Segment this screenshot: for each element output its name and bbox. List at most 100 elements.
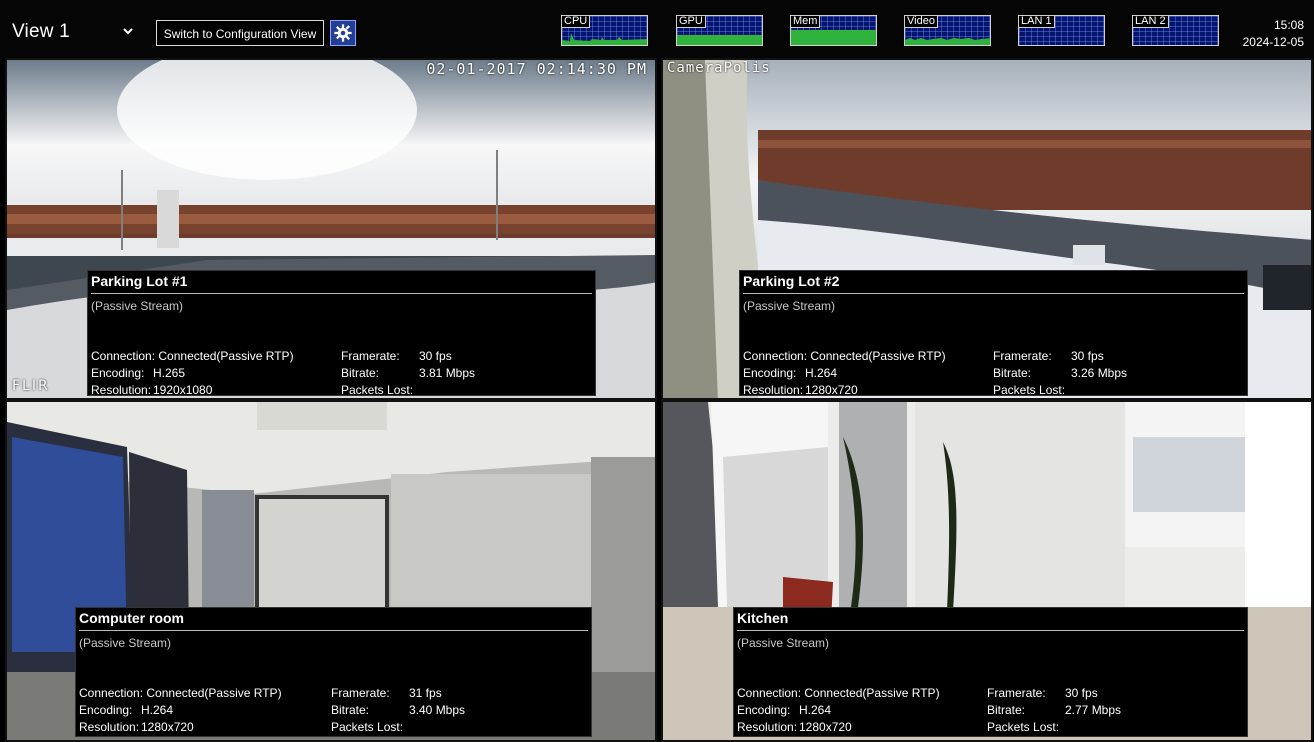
chevron-down-icon[interactable] (121, 24, 135, 38)
lan2-label: LAN 2 (1133, 16, 1169, 28)
camera-tile-kitchen[interactable]: Kitchen (Passive Stream) Connection: Con… (661, 400, 1313, 742)
title-divider (743, 293, 1244, 294)
camera-tile-parking-lot-1[interactable]: 02-01-2017 02:14:30 PM FLIR Parking Lot … (5, 58, 657, 400)
packets-lost-row: Packets Lost: (993, 383, 1071, 397)
resolution-label: Resolution: (737, 720, 798, 734)
encoding-row: Encoding: H.264 (737, 703, 831, 717)
camera-tile-computer-room[interactable]: Computer room (Passive Stream) Connectio… (5, 400, 657, 742)
connection-row: Connection: Connected(Passive RTP) (79, 686, 282, 700)
memory-monitor: Mem (790, 15, 877, 46)
framerate-value: 30 fps (1065, 686, 1098, 700)
bitrate-label: Bitrate: (341, 366, 380, 380)
camera-title: Parking Lot #1 (91, 273, 188, 289)
bitrate-row: Bitrate: 3.26 Mbps (993, 366, 1127, 380)
camera-title: Computer room (79, 610, 184, 626)
stream-info-panel: Parking Lot #2 (Passive Stream) Connecti… (739, 270, 1248, 397)
bitrate-row: Bitrate: 2.77 Mbps (987, 703, 1121, 717)
encoding-row: Encoding: H.265 (91, 366, 185, 380)
bitrate-value: 3.26 Mbps (1071, 366, 1128, 380)
resolution-value: 1280x720 (799, 720, 852, 734)
cpu-graph (562, 33, 647, 45)
resolution-value: 1280x720 (141, 720, 194, 734)
framerate-row: Framerate: 30 fps (341, 349, 452, 363)
resolution-row: Resolution: 1920x1080 (91, 383, 212, 397)
framerate-label: Framerate: (993, 349, 1052, 363)
framerate-label: Framerate: (331, 686, 390, 700)
resolution-value: 1920x1080 (153, 383, 213, 397)
lan2-monitor: LAN 2 (1132, 15, 1219, 46)
packets-lost-label: Packets Lost: (341, 383, 414, 397)
connection-value: Connected(Passive RTP) (146, 686, 282, 700)
bitrate-row: Bitrate: 3.81 Mbps (341, 366, 475, 380)
camera-grid: 02-01-2017 02:14:30 PM FLIR Parking Lot … (5, 58, 1313, 742)
bitrate-row: Bitrate: 3.40 Mbps (331, 703, 465, 717)
stream-info-panel: Kitchen (Passive Stream) Connection: Con… (733, 607, 1248, 737)
packets-lost-label: Packets Lost: (987, 720, 1060, 734)
top-toolbar: View 1 Switch to Configuration View CPU … (0, 0, 1314, 58)
camera-title: Parking Lot #2 (743, 273, 840, 289)
settings-button[interactable] (330, 20, 356, 46)
camera-1-timestamp-overlay: 02-01-2017 02:14:30 PM (426, 60, 647, 78)
encoding-value: H.264 (799, 703, 832, 717)
stream-type: (Passive Stream) (91, 299, 184, 313)
connection-row: Connection: Connected(Passive RTP) (737, 686, 940, 700)
framerate-label: Framerate: (987, 686, 1046, 700)
encoding-label: Encoding: (743, 366, 797, 380)
resolution-label: Resolution: (79, 720, 140, 734)
framerate-row: Framerate: 30 fps (993, 349, 1104, 363)
resolution-row: Resolution: 1280x720 (737, 720, 852, 734)
title-divider (91, 293, 592, 294)
connection-row: Connection: Connected(Passive RTP) (91, 349, 294, 363)
switch-to-configuration-view-button[interactable]: Switch to Configuration View (156, 20, 324, 46)
framerate-row: Framerate: 30 fps (987, 686, 1098, 700)
framerate-label: Framerate: (341, 349, 400, 363)
clock-time: 15:08 (1273, 18, 1304, 32)
title-divider (79, 630, 588, 631)
stream-type: (Passive Stream) (743, 299, 836, 313)
connection-row: Connection: Connected(Passive RTP) (743, 349, 946, 363)
connection-label: Connection: (743, 349, 808, 363)
bitrate-value: 3.81 Mbps (419, 366, 476, 380)
encoding-row: Encoding: H.264 (79, 703, 173, 717)
resolution-row: Resolution: 1280x720 (79, 720, 194, 734)
camera-title: Kitchen (737, 610, 789, 626)
bitrate-label: Bitrate: (331, 703, 370, 717)
resolution-label: Resolution: (743, 383, 804, 397)
connection-value: Connected(Passive RTP) (158, 349, 294, 363)
resolution-row: Resolution: 1280x720 (743, 383, 858, 397)
memory-graph (791, 30, 876, 45)
gpu-monitor: GPU (676, 15, 763, 46)
clock-date: 2024-12-05 (1242, 35, 1304, 49)
connection-value: Connected(Passive RTP) (804, 686, 940, 700)
stream-info-panel: Computer room (Passive Stream) Connectio… (75, 607, 592, 737)
stream-info-panel: Parking Lot #1 (Passive Stream) Connecti… (87, 270, 596, 397)
bitrate-value: 3.40 Mbps (409, 703, 466, 717)
cpu-monitor: CPU (561, 15, 648, 46)
stream-type: (Passive Stream) (737, 636, 830, 650)
encoding-label: Encoding: (79, 703, 133, 717)
bitrate-label: Bitrate: (987, 703, 1026, 717)
resolution-label: Resolution: (91, 383, 152, 397)
lan1-monitor: LAN 1 (1018, 15, 1105, 46)
connection-label: Connection: (91, 349, 156, 363)
connection-value: Connected(Passive RTP) (810, 349, 946, 363)
bitrate-label: Bitrate: (993, 366, 1032, 380)
camera-tile-parking-lot-2[interactable]: CameraPolis Parking Lot #2 (Passive Stre… (661, 58, 1313, 400)
connection-label: Connection: (737, 686, 802, 700)
video-monitor: Video (904, 15, 991, 46)
video-graph (905, 38, 990, 45)
packets-lost-row: Packets Lost: (987, 720, 1065, 734)
encoding-label: Encoding: (91, 366, 145, 380)
resolution-value: 1280x720 (805, 383, 858, 397)
title-divider (737, 630, 1244, 631)
framerate-value: 30 fps (1071, 349, 1104, 363)
framerate-value: 31 fps (409, 686, 442, 700)
view-title: View 1 (12, 21, 70, 42)
encoding-value: H.265 (153, 366, 186, 380)
encoding-label: Encoding: (737, 703, 791, 717)
lan1-label: LAN 1 (1019, 16, 1055, 28)
gpu-graph (677, 35, 762, 45)
framerate-value: 30 fps (419, 349, 452, 363)
stream-type: (Passive Stream) (79, 636, 172, 650)
encoding-row: Encoding: H.264 (743, 366, 837, 380)
